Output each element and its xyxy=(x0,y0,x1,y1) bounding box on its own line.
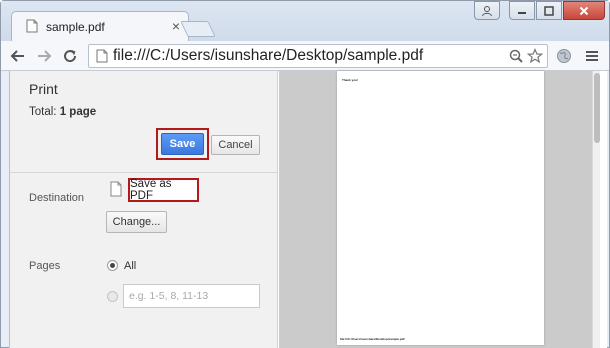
preview-page-text: Thank you! xyxy=(342,78,359,82)
window-controls xyxy=(473,1,605,21)
preview-page-footer: file:///C:/Users/isunshare/Desktop/sampl… xyxy=(340,337,405,341)
close-window-icon[interactable] xyxy=(563,1,605,20)
print-heading: Print xyxy=(29,81,58,97)
star-icon[interactable] xyxy=(526,47,544,67)
forward-icon[interactable] xyxy=(34,46,54,66)
address-bar[interactable] xyxy=(88,44,548,68)
document-icon xyxy=(26,19,38,36)
page-icon xyxy=(96,49,108,66)
cancel-button[interactable]: Cancel xyxy=(211,135,260,155)
globe-icon[interactable] xyxy=(554,46,574,66)
menu-icon[interactable] xyxy=(582,46,602,66)
zoom-icon[interactable] xyxy=(509,49,523,66)
reload-icon[interactable] xyxy=(60,46,80,66)
tab-sample-pdf[interactable]: sample.pdf × xyxy=(11,11,189,41)
back-icon[interactable] xyxy=(8,46,28,66)
print-preview-page: Print Total: 1 page Save Cancel Destinat… xyxy=(9,71,607,348)
preview-scrollbar[interactable] xyxy=(592,71,600,348)
pages-label: Pages xyxy=(29,260,61,272)
toolbar xyxy=(1,41,609,71)
user-icon[interactable] xyxy=(474,1,500,20)
pages-range-input[interactable] xyxy=(123,284,260,308)
page-total: Total: 1 page xyxy=(29,106,96,118)
total-label: Total: xyxy=(29,106,57,118)
pages-all-radio[interactable] xyxy=(107,260,118,271)
scrollbar-thumb[interactable] xyxy=(594,73,600,143)
destination-value: Save as PDF xyxy=(128,178,199,202)
total-value: 1 page xyxy=(59,106,97,118)
save-button[interactable]: Save xyxy=(161,133,204,155)
url-input[interactable] xyxy=(113,46,473,66)
tab-title: sample.pdf xyxy=(46,20,105,34)
section-divider xyxy=(10,172,278,173)
pages-custom-radio[interactable] xyxy=(107,291,118,302)
browser-window: sample.pdf × file:///C:/Users/isunshare/… xyxy=(0,0,610,348)
tab-strip: sample.pdf × xyxy=(1,1,609,41)
minimize-icon[interactable] xyxy=(509,1,535,20)
preview-page: Thank you! file:///C:/Users/isunshare/De… xyxy=(337,71,544,345)
preview-area: Thank you! file:///C:/Users/isunshare/De… xyxy=(279,71,600,348)
maximize-icon[interactable] xyxy=(536,1,562,20)
document-icon xyxy=(110,181,122,200)
pages-all-label: All xyxy=(124,260,137,272)
change-destination-button[interactable]: Change... xyxy=(106,211,167,233)
destination-label: Destination xyxy=(29,192,85,204)
print-settings-panel: Print Total: 1 page Save Cancel Destinat… xyxy=(10,71,278,348)
